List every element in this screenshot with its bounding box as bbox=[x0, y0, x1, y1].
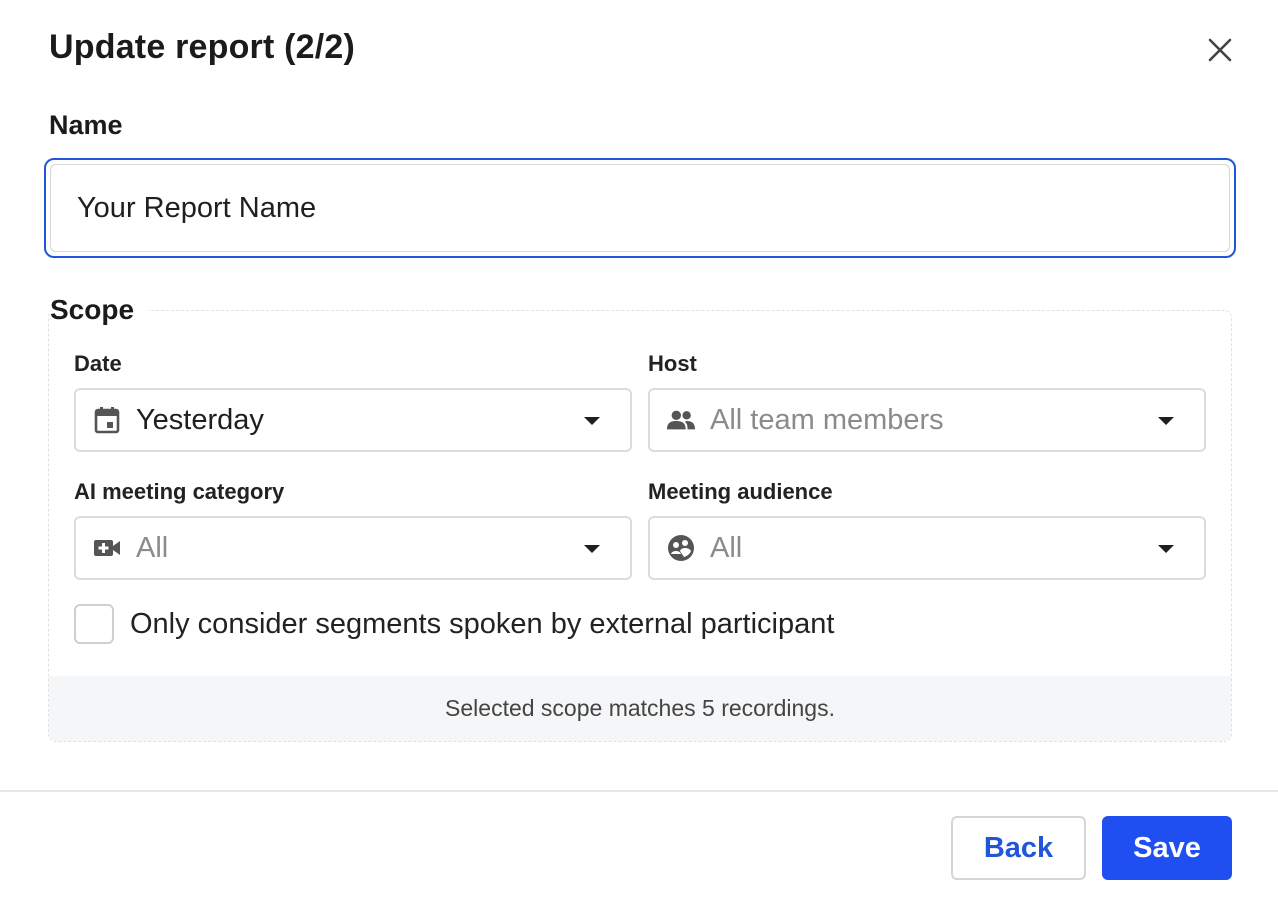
host-label: Host bbox=[648, 351, 697, 376]
chevron-down-icon bbox=[584, 545, 600, 553]
name-field-focus-ring bbox=[44, 158, 1236, 258]
chevron-down-icon bbox=[584, 417, 600, 425]
calendar-icon bbox=[92, 405, 122, 435]
chevron-down-icon bbox=[1158, 417, 1174, 425]
video-add-icon bbox=[92, 533, 122, 563]
close-icon bbox=[1208, 38, 1232, 62]
category-value: All bbox=[136, 531, 169, 564]
save-button[interactable]: Save bbox=[1102, 816, 1232, 880]
chevron-down-icon bbox=[1158, 545, 1174, 553]
date-select[interactable]: Yesterday bbox=[74, 388, 632, 452]
scope-match-summary: Selected scope matches 5 recordings. bbox=[49, 676, 1231, 741]
back-button[interactable]: Back bbox=[951, 816, 1086, 880]
external-participant-label: Only consider segments spoken by externa… bbox=[130, 607, 835, 640]
date-label: Date bbox=[74, 351, 122, 376]
name-input[interactable] bbox=[50, 164, 1230, 252]
external-participant-option[interactable]: Only consider segments spoken by externa… bbox=[74, 604, 834, 644]
external-participant-checkbox[interactable] bbox=[74, 604, 114, 644]
close-button[interactable] bbox=[1200, 30, 1240, 70]
host-select[interactable]: All team members bbox=[648, 388, 1206, 452]
people-icon bbox=[666, 405, 696, 435]
footer-divider bbox=[0, 790, 1278, 792]
category-select[interactable]: All bbox=[74, 516, 632, 580]
date-value: Yesterday bbox=[136, 403, 264, 436]
audience-select[interactable]: All bbox=[648, 516, 1206, 580]
group-circle-icon bbox=[666, 533, 696, 563]
host-value: All team members bbox=[710, 403, 944, 436]
audience-value: All bbox=[710, 531, 743, 564]
update-report-dialog: Update report (2/2) Name Scope Date Yest… bbox=[0, 0, 1278, 904]
scope-label: Scope bbox=[50, 294, 149, 326]
category-label: AI meeting category bbox=[74, 479, 285, 504]
name-label: Name bbox=[49, 110, 123, 140]
dialog-title: Update report (2/2) bbox=[49, 28, 356, 66]
audience-label: Meeting audience bbox=[648, 479, 833, 504]
